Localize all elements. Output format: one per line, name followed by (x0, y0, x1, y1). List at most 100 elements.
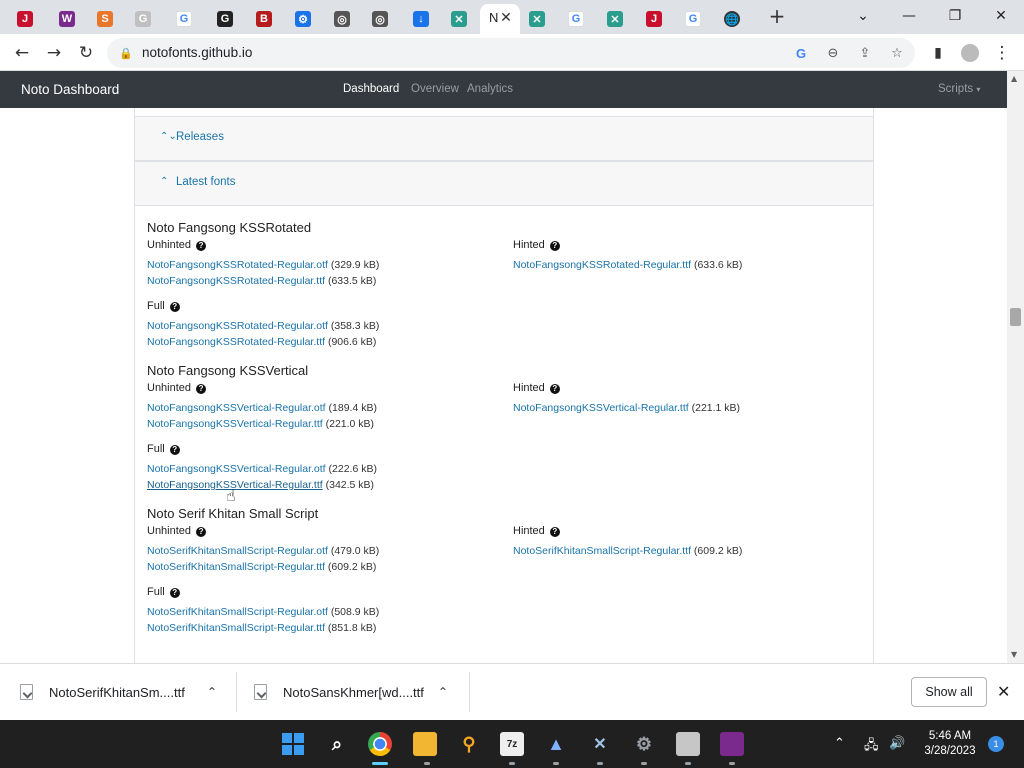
search-icon[interactable]: ⌕ (325, 732, 349, 756)
minimize-button[interactable]: — (886, 0, 932, 32)
new-tab-button[interactable]: + (765, 5, 789, 29)
nav-analytics[interactable]: Analytics (467, 83, 513, 95)
tab-active[interactable]: N ✕ (480, 4, 520, 34)
font-file-link[interactable]: NotoFangsongKSSRotated-Regular.ttf (513, 259, 691, 271)
tab[interactable]: ✕ (518, 4, 556, 34)
close-icon[interactable]: ✕ (997, 682, 1010, 701)
tab-search-button[interactable]: ⌄ (840, 0, 886, 32)
tab[interactable]: G (206, 4, 244, 34)
settings-gear-icon[interactable]: ⚙ (632, 732, 656, 756)
profile-avatar-icon[interactable] (957, 40, 983, 66)
download-filename[interactable]: NotoSerifKhitanSm....ttf (49, 685, 185, 700)
page-scrollbar[interactable]: ▲ ▼ (1007, 71, 1024, 663)
magnifier-icon[interactable]: ⚲ (457, 732, 481, 756)
font-file-link[interactable]: NotoFangsongKSSVertical-Regular.otf (147, 463, 326, 475)
zoom-icon[interactable]: ⊖ (825, 45, 841, 61)
help-icon[interactable]: ? (169, 445, 180, 455)
tab[interactable]: J (635, 4, 673, 34)
help-icon[interactable]: ? (169, 302, 180, 312)
running-indicator (641, 762, 647, 765)
download-filename[interactable]: NotoSansKhmer[wd....ttf (283, 685, 424, 700)
volume-icon[interactable]: 🔊 (889, 736, 905, 751)
font-file-link[interactable]: NotoFangsongKSSRotated-Regular.ttf (147, 275, 325, 287)
font-file-link[interactable]: NotoFangsongKSSVertical-Regular.ttf (147, 418, 323, 430)
releases-label[interactable]: Releases (176, 131, 224, 143)
nav-overview[interactable]: Overview (411, 83, 459, 95)
address-bar[interactable]: 🔒 notofonts.github.io G ⊖ ⇪ ☆ (107, 38, 915, 68)
windows-start-icon[interactable] (281, 732, 305, 756)
brand-title[interactable]: Noto Dashboard (21, 82, 119, 97)
chevron-up-icon[interactable]: ⌃ (207, 685, 217, 699)
scripts-dropdown[interactable]: Scripts ▾ (938, 83, 980, 95)
tab[interactable]: ⚙ (284, 4, 322, 34)
google-translate-icon[interactable]: G (793, 45, 809, 61)
restore-button[interactable]: ❐ (932, 0, 978, 32)
help-icon[interactable]: ? (196, 527, 207, 537)
font-file-link[interactable]: NotoSerifKhitanSmallScript-Regular.ttf (147, 622, 325, 634)
app-icon[interactable]: ✕ (588, 732, 612, 756)
tab[interactable]: ✕ (440, 4, 478, 34)
scrollbar-thumb[interactable] (1010, 308, 1021, 326)
tab[interactable]: W (48, 4, 86, 34)
url-text[interactable]: notofonts.github.io (142, 45, 252, 60)
network-icon[interactable]: 🖧 (864, 736, 879, 758)
help-icon[interactable]: ? (196, 384, 207, 394)
font-file-link[interactable]: NotoSerifKhitanSmallScript-Regular.otf (147, 606, 328, 618)
help-icon[interactable]: ? (196, 241, 207, 251)
releases-header[interactable]: ⌃⌄ Releases (135, 116, 873, 161)
back-icon[interactable]: ← (9, 40, 35, 66)
chevron-up-icon[interactable]: ⌃ (438, 685, 448, 699)
latest-fonts-header[interactable]: ⌃ Latest fonts (135, 161, 873, 206)
font-file-link[interactable]: NotoSerifKhitanSmallScript-Regular.otf (147, 545, 328, 557)
font-file-link[interactable]: NotoFangsongKSSRotated-Regular.ttf (147, 336, 325, 348)
download-item[interactable]: NotoSansKhmer[wd....ttf ⌃ (254, 672, 459, 712)
tab[interactable]: J (6, 4, 44, 34)
7zip-icon[interactable]: 7z (500, 732, 524, 756)
tab[interactable]: ✕ (596, 4, 634, 34)
font-file-link[interactable]: NotoSerifKhitanSmallScript-Regular.ttf (513, 545, 691, 557)
scroll-up-icon[interactable]: ▲ (1011, 74, 1017, 83)
tab[interactable]: ◎ (361, 4, 399, 34)
font-file-link[interactable]: NotoFangsongKSSVertical-Regular.otf (147, 402, 326, 414)
font-file-link[interactable]: NotoFangsongKSSVertical-Regular.ttf (513, 402, 689, 414)
tab[interactable]: B (245, 4, 283, 34)
tab[interactable]: ↓ (402, 4, 440, 34)
show-all-button[interactable]: Show all (911, 677, 987, 707)
help-icon[interactable]: ? (549, 241, 560, 251)
system-clock[interactable]: 5:46 AM 3/28/2023 (920, 729, 980, 759)
winrar-icon[interactable] (720, 732, 744, 756)
reload-icon[interactable]: ↻ (73, 40, 99, 66)
tab[interactable]: ◎ (323, 4, 361, 34)
share-icon[interactable]: ⇪ (857, 45, 873, 61)
scroll-down-icon[interactable]: ▼ (1011, 650, 1017, 659)
inkscape-icon[interactable]: ▲ (544, 732, 568, 756)
menu-kebab-icon[interactable]: ⋮ (989, 40, 1015, 66)
notification-badge[interactable]: 1 (988, 736, 1004, 752)
tab[interactable]: 🌐 (713, 4, 751, 34)
close-window-button[interactable]: ✕ (978, 0, 1024, 32)
help-icon[interactable]: ? (169, 588, 180, 598)
help-icon[interactable]: ? (549, 527, 560, 537)
font-file-link[interactable]: NotoSerifKhitanSmallScript-Regular.ttf (147, 561, 325, 573)
chrome-icon[interactable] (368, 732, 392, 756)
side-panel-icon[interactable]: ▮ (925, 40, 951, 66)
latest-fonts-label[interactable]: Latest fonts (176, 176, 235, 188)
tab[interactable]: G (557, 4, 595, 34)
close-tab-icon[interactable]: ✕ (498, 10, 514, 26)
tray-chevron-up-icon[interactable]: ⌃ (834, 736, 845, 751)
font-file-link[interactable]: NotoFangsongKSSRotated-Regular.otf (147, 259, 328, 271)
font-name: Noto Serif Khitan Small Script (147, 506, 319, 521)
bookmark-star-icon[interactable]: ☆ (889, 45, 905, 61)
tab[interactable]: G (124, 4, 162, 34)
tab[interactable]: S (86, 4, 124, 34)
forward-icon[interactable]: → (41, 40, 67, 66)
app-icon[interactable] (676, 732, 700, 756)
file-explorer-icon[interactable] (413, 732, 437, 756)
lock-icon[interactable]: 🔒 (118, 45, 134, 61)
help-icon[interactable]: ? (549, 384, 560, 394)
tab[interactable]: G (674, 4, 712, 34)
tab[interactable]: G (165, 4, 203, 34)
nav-dashboard[interactable]: Dashboard (343, 83, 399, 95)
font-file-link[interactable]: NotoFangsongKSSRotated-Regular.otf (147, 320, 328, 332)
download-item[interactable]: NotoSerifKhitanSm....ttf ⌃ (20, 672, 225, 712)
